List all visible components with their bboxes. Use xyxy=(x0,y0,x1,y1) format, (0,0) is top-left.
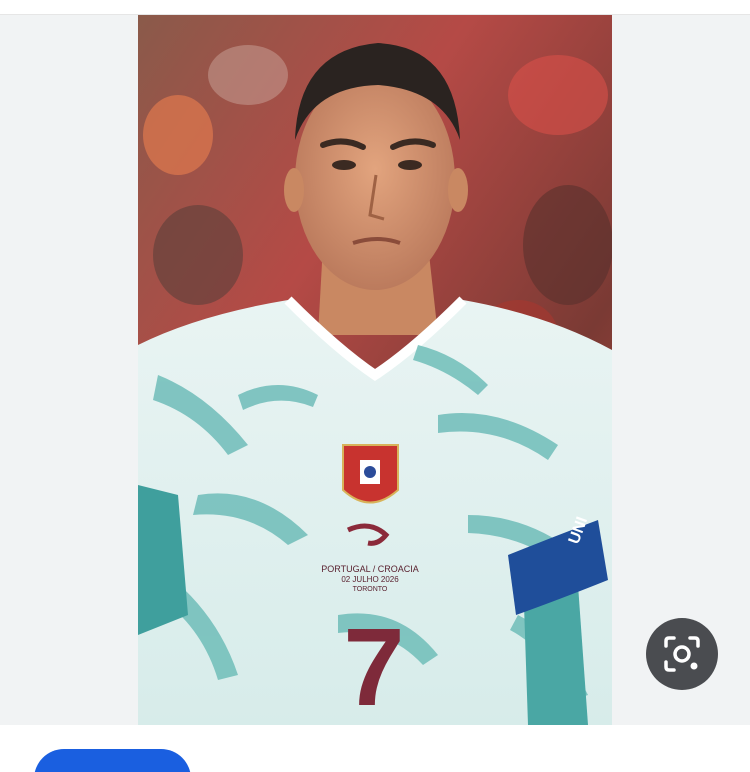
jersey-number: 7 xyxy=(343,606,404,725)
jersey-city-text: TORONTO xyxy=(353,586,388,593)
primary-action-button[interactable] xyxy=(34,749,191,772)
lens-search-icon xyxy=(664,636,700,672)
jersey-match-text: PORTUGAL / CROACIA xyxy=(321,564,419,574)
lens-search-button[interactable] xyxy=(646,618,718,690)
top-bar xyxy=(0,0,750,15)
jersey-date-text: 02 JULHO 2026 xyxy=(341,575,399,584)
image-viewer: UNI PORTUGAL / CROACIA 02 JULHO 2026 TOR… xyxy=(0,15,750,725)
bottom-bar xyxy=(0,725,750,772)
crest-icon xyxy=(342,444,399,504)
player-photo[interactable]: UNI PORTUGAL / CROACIA 02 JULHO 2026 TOR… xyxy=(138,15,612,725)
photo-illustration: UNI PORTUGAL / CROACIA 02 JULHO 2026 TOR… xyxy=(138,15,612,725)
